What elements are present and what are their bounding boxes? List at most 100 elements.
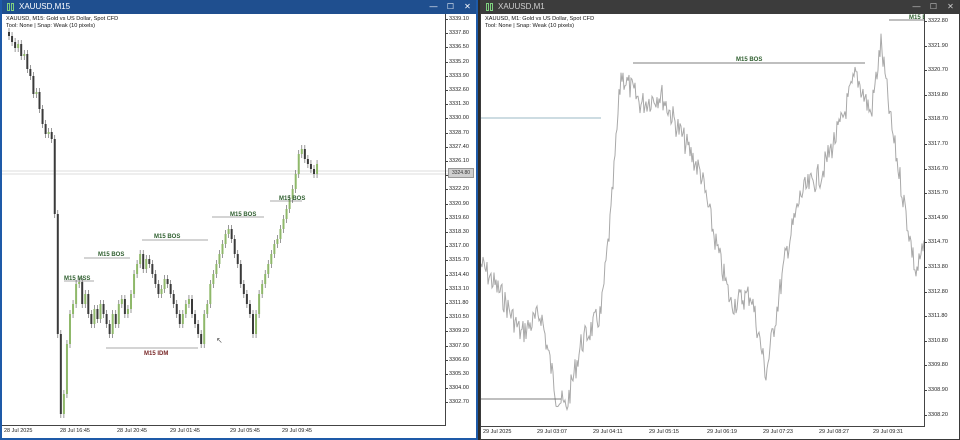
maximize-button[interactable]: ☐ bbox=[442, 0, 459, 14]
line-plot[interactable]: M15 BOS M15 B bbox=[481, 14, 925, 426]
bos-label-top: M15 B bbox=[909, 15, 925, 21]
candle-body bbox=[276, 239, 279, 244]
candle-body bbox=[236, 254, 239, 264]
time-tick-label: 29 Jul 05:15 bbox=[649, 429, 679, 435]
candle-body bbox=[148, 259, 151, 264]
candle-body bbox=[267, 264, 270, 274]
time-axis[interactable]: 29 Jul 2025 29 Jul 03:07 29 Jul 04:11 29 Ju… bbox=[481, 426, 925, 439]
candle-body bbox=[96, 309, 99, 319]
candle-body bbox=[297, 154, 300, 174]
candle-body bbox=[38, 92, 41, 109]
candle-body bbox=[175, 304, 178, 314]
candle-body bbox=[242, 284, 245, 294]
candle-body bbox=[151, 264, 154, 274]
price-tick-label: 3332.60 bbox=[445, 87, 469, 93]
candle-body bbox=[11, 36, 14, 42]
price-tick-label: 3320.70 bbox=[924, 67, 948, 74]
candle-body bbox=[227, 229, 230, 234]
candle-body bbox=[108, 324, 111, 334]
minimize-button[interactable]: — bbox=[908, 0, 925, 14]
candle-body bbox=[65, 344, 68, 394]
candle-body bbox=[248, 304, 251, 314]
candle-body bbox=[23, 54, 26, 56]
price-tick-label: 3304.00 bbox=[445, 385, 469, 392]
candle-body bbox=[105, 314, 108, 324]
price-chart-area[interactable]: M15 BOS M15 BOS M15 BOS M15 BOS M15 MSS M15 I… bbox=[2, 14, 476, 438]
candle-body bbox=[261, 284, 264, 294]
candle-body bbox=[313, 169, 315, 174]
mss-marker-label: M15 MSS bbox=[64, 276, 90, 282]
price-tick-label: 3333.90 bbox=[445, 72, 469, 79]
time-tick-label: 29 Jul 09:45 bbox=[282, 428, 312, 434]
candle-body bbox=[120, 299, 123, 304]
price-tick-label: 3308.20 bbox=[924, 411, 948, 418]
candle-body bbox=[221, 244, 224, 254]
candle-body bbox=[160, 289, 163, 294]
candle-body bbox=[32, 76, 35, 94]
close-button[interactable]: ✕ bbox=[942, 0, 959, 14]
price-tick-label: 3318.30 bbox=[445, 229, 469, 235]
candle-body bbox=[78, 282, 81, 284]
candle-body bbox=[102, 304, 105, 314]
price-tick-label: 3314.40 bbox=[445, 271, 469, 278]
candle-body bbox=[20, 44, 23, 56]
candle-body bbox=[300, 149, 303, 154]
candle-body bbox=[206, 304, 209, 314]
minimize-button[interactable]: — bbox=[425, 0, 442, 14]
price-tick-label: 3310.50 bbox=[445, 314, 469, 321]
window-titlebar[interactable]: XAUUSD,M1 — ☐ ✕ bbox=[481, 0, 959, 14]
price-tick-label: 3311.80 bbox=[923, 313, 948, 320]
time-tick-label: 29 Jul 07:23 bbox=[763, 429, 793, 435]
candle-body bbox=[258, 294, 261, 314]
price-tick-label: 3313.10 bbox=[445, 285, 469, 292]
candle-body bbox=[99, 304, 102, 319]
candle-body bbox=[84, 294, 87, 304]
price-tick-label: 3309.20 bbox=[445, 328, 469, 335]
candle-body bbox=[282, 219, 285, 229]
time-tick-label: 28 Jul 20:45 bbox=[117, 428, 147, 434]
maximize-button[interactable]: ☐ bbox=[925, 0, 942, 14]
chart-info: XAUUSD, M15: Gold vs US Dollar, Spot CFD… bbox=[6, 16, 118, 30]
candle-body bbox=[50, 132, 53, 139]
candle-body bbox=[111, 314, 114, 334]
symbol-description: XAUUSD, M1: Gold vs US Dollar, Spot CFD bbox=[485, 16, 595, 22]
price-tick-label: 3315.70 bbox=[924, 190, 948, 197]
candle-body bbox=[59, 334, 62, 414]
candle-body bbox=[157, 284, 160, 294]
price-tick-label: 3310.80 bbox=[924, 337, 948, 344]
price-line bbox=[481, 33, 925, 412]
candle-body bbox=[53, 139, 56, 214]
candle-body bbox=[87, 294, 90, 314]
price-tick-label: 3312.80 bbox=[924, 288, 948, 295]
price-tick-label: 3322.20 bbox=[445, 186, 469, 193]
price-tick-label: 3315.70 bbox=[445, 257, 469, 264]
price-tick-label: 3322.80 bbox=[924, 18, 948, 24]
price-tick-label: 3321.90 bbox=[924, 42, 948, 49]
candle-body bbox=[245, 294, 248, 304]
price-chart-area[interactable]: M15 BOS M15 B XAUUSD, M1: Gold vs US Doll… bbox=[481, 14, 959, 439]
candle-body bbox=[130, 294, 132, 309]
time-axis[interactable]: 28 Jul 2025 28 Jul 16:45 28 Jul 20:45 29 Ju… bbox=[2, 425, 446, 438]
window-titlebar[interactable]: XAUUSD,M15 — ☐ ✕ bbox=[2, 0, 476, 14]
price-tick-label: 3302.70 bbox=[445, 399, 469, 406]
candle-body bbox=[29, 69, 32, 76]
time-tick-label: 29 Jul 03:07 bbox=[537, 429, 567, 435]
chart-window-m1[interactable]: XAUUSD,M1 — ☐ ✕ M15 BOS M15 B XAUUSD, M1:… bbox=[480, 0, 960, 440]
candle-body bbox=[81, 282, 84, 304]
price-tick-label: 3328.70 bbox=[445, 129, 469, 136]
price-tick-label: 3320.90 bbox=[445, 200, 469, 207]
chart-window-m15[interactable]: XAUUSD,M15 — ☐ ✕ M15 BOS M15 BOS M15 BOS M1… bbox=[0, 0, 478, 440]
candle-body bbox=[75, 284, 78, 304]
candle-body bbox=[215, 264, 218, 274]
price-axis[interactable]: 3339.10 3337.80 3336.50 3335.20 3333.90 3332.… bbox=[444, 14, 476, 426]
candle-body bbox=[8, 32, 10, 36]
candle-body bbox=[47, 132, 50, 134]
candle-body bbox=[191, 299, 193, 314]
close-button[interactable]: ✕ bbox=[459, 0, 476, 14]
candle-body bbox=[306, 159, 309, 164]
candle-body bbox=[139, 254, 142, 264]
candle-body bbox=[309, 164, 312, 169]
price-axis[interactable]: 3322.80 3321.90 3320.70 3319.80 3318.70 3317.… bbox=[923, 14, 959, 427]
candle-body bbox=[212, 274, 215, 284]
candlestick-plot[interactable]: M15 BOS M15 BOS M15 BOS M15 BOS M15 MSS M15 I… bbox=[2, 14, 448, 426]
